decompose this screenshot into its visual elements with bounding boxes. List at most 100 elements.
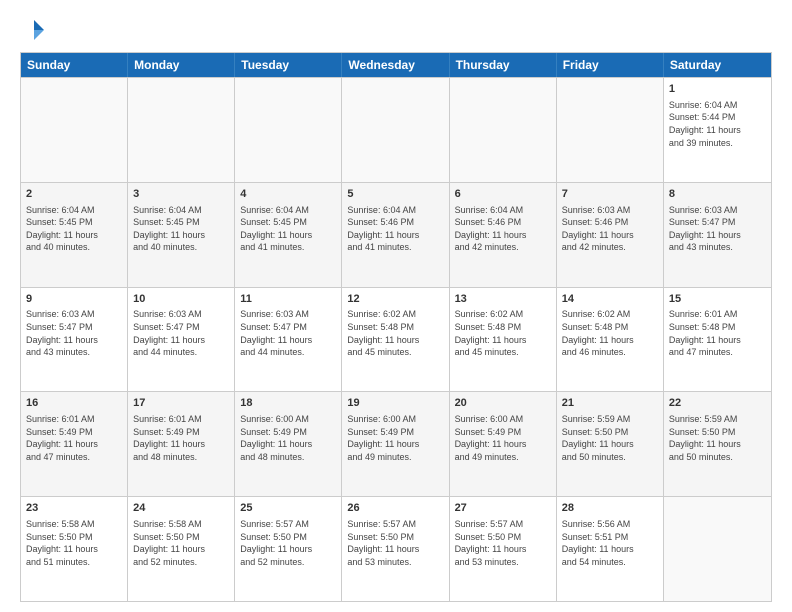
weekday-header: Saturday (664, 53, 771, 77)
day-info: Sunrise: 6:03 AM Sunset: 5:47 PM Dayligh… (26, 308, 122, 358)
day-number: 26 (347, 501, 443, 516)
day-info: Sunrise: 6:04 AM Sunset: 5:45 PM Dayligh… (26, 204, 122, 254)
calendar-cell: 22 Sunrise: 5:59 AM Sunset: 5:50 PM Dayli… (664, 392, 771, 496)
calendar-cell: 6 Sunrise: 6:04 AM Sunset: 5:46 PM Daylig… (450, 183, 557, 287)
day-number: 28 (562, 501, 658, 516)
day-number: 23 (26, 501, 122, 516)
day-info: Sunrise: 6:03 AM Sunset: 5:47 PM Dayligh… (133, 308, 229, 358)
day-info: Sunrise: 5:56 AM Sunset: 5:51 PM Dayligh… (562, 518, 658, 568)
day-info: Sunrise: 6:00 AM Sunset: 5:49 PM Dayligh… (240, 413, 336, 463)
logo (20, 16, 52, 44)
day-number: 21 (562, 396, 658, 411)
calendar: SundayMondayTuesdayWednesdayThursdayFrid… (20, 52, 772, 602)
calendar-cell (128, 78, 235, 182)
day-info: Sunrise: 6:04 AM Sunset: 5:45 PM Dayligh… (240, 204, 336, 254)
day-number: 16 (26, 396, 122, 411)
day-number: 20 (455, 396, 551, 411)
day-info: Sunrise: 5:59 AM Sunset: 5:50 PM Dayligh… (562, 413, 658, 463)
calendar-cell: 23Sunrise: 5:58 AM Sunset: 5:50 PM Dayli… (21, 497, 128, 601)
calendar-cell: 28 Sunrise: 5:56 AM Sunset: 5:51 PM Dayli… (557, 497, 664, 601)
weekday-header: Monday (128, 53, 235, 77)
calendar-row: 1 Sunrise: 6:04 AM Sunset: 5:44 PM Daylig… (21, 77, 771, 182)
calendar-cell: 3 Sunrise: 6:04 AM Sunset: 5:45 PM Daylig… (128, 183, 235, 287)
day-number: 12 (347, 292, 443, 307)
calendar-cell: 4 Sunrise: 6:04 AM Sunset: 5:45 PM Daylig… (235, 183, 342, 287)
day-info: Sunrise: 6:03 AM Sunset: 5:47 PM Dayligh… (240, 308, 336, 358)
day-info: Sunrise: 6:00 AM Sunset: 5:49 PM Dayligh… (347, 413, 443, 463)
calendar-body: 1 Sunrise: 6:04 AM Sunset: 5:44 PM Daylig… (21, 77, 771, 601)
calendar-cell: 2 Sunrise: 6:04 AM Sunset: 5:45 PM Daylig… (21, 183, 128, 287)
page: SundayMondayTuesdayWednesdayThursdayFrid… (0, 0, 792, 612)
calendar-cell: 18 Sunrise: 6:00 AM Sunset: 5:49 PM Dayli… (235, 392, 342, 496)
day-number: 1 (669, 82, 766, 97)
day-info: Sunrise: 6:00 AM Sunset: 5:49 PM Dayligh… (455, 413, 551, 463)
day-number: 24 (133, 501, 229, 516)
day-number: 22 (669, 396, 766, 411)
calendar-cell: 9Sunrise: 6:03 AM Sunset: 5:47 PM Daylig… (21, 288, 128, 392)
calendar-cell (664, 497, 771, 601)
day-number: 19 (347, 396, 443, 411)
day-number: 6 (455, 187, 551, 202)
calendar-cell: 19 Sunrise: 6:00 AM Sunset: 5:49 PM Dayli… (342, 392, 449, 496)
calendar-cell (235, 78, 342, 182)
calendar-row: 23Sunrise: 5:58 AM Sunset: 5:50 PM Dayli… (21, 496, 771, 601)
calendar-cell: 27 Sunrise: 5:57 AM Sunset: 5:50 PM Dayli… (450, 497, 557, 601)
calendar-header: SundayMondayTuesdayWednesdayThursdayFrid… (21, 53, 771, 77)
calendar-cell (342, 78, 449, 182)
calendar-cell: 16 Sunrise: 6:01 AM Sunset: 5:49 PM Dayli… (21, 392, 128, 496)
day-info: Sunrise: 6:04 AM Sunset: 5:46 PM Dayligh… (347, 204, 443, 254)
calendar-cell: 20 Sunrise: 6:00 AM Sunset: 5:49 PM Dayli… (450, 392, 557, 496)
calendar-row: 16 Sunrise: 6:01 AM Sunset: 5:49 PM Dayli… (21, 391, 771, 496)
day-number: 27 (455, 501, 551, 516)
weekday-header: Sunday (21, 53, 128, 77)
day-number: 2 (26, 187, 122, 202)
day-number: 15 (669, 292, 766, 307)
weekday-header: Thursday (450, 53, 557, 77)
day-number: 25 (240, 501, 336, 516)
day-info: Sunrise: 6:01 AM Sunset: 5:49 PM Dayligh… (26, 413, 122, 463)
logo-icon (20, 16, 48, 44)
day-info: Sunrise: 6:03 AM Sunset: 5:47 PM Dayligh… (669, 204, 766, 254)
day-info: Sunrise: 6:04 AM Sunset: 5:46 PM Dayligh… (455, 204, 551, 254)
calendar-cell: 17Sunrise: 6:01 AM Sunset: 5:49 PM Dayli… (128, 392, 235, 496)
calendar-cell (557, 78, 664, 182)
calendar-cell (21, 78, 128, 182)
calendar-cell: 8 Sunrise: 6:03 AM Sunset: 5:47 PM Daylig… (664, 183, 771, 287)
day-info: Sunrise: 6:03 AM Sunset: 5:46 PM Dayligh… (562, 204, 658, 254)
calendar-cell: 7 Sunrise: 6:03 AM Sunset: 5:46 PM Daylig… (557, 183, 664, 287)
weekday-header: Friday (557, 53, 664, 77)
calendar-cell: 11Sunrise: 6:03 AM Sunset: 5:47 PM Dayli… (235, 288, 342, 392)
day-info: Sunrise: 6:02 AM Sunset: 5:48 PM Dayligh… (455, 308, 551, 358)
day-number: 13 (455, 292, 551, 307)
day-number: 14 (562, 292, 658, 307)
day-number: 4 (240, 187, 336, 202)
calendar-cell: 10Sunrise: 6:03 AM Sunset: 5:47 PM Dayli… (128, 288, 235, 392)
day-info: Sunrise: 5:59 AM Sunset: 5:50 PM Dayligh… (669, 413, 766, 463)
day-info: Sunrise: 5:57 AM Sunset: 5:50 PM Dayligh… (240, 518, 336, 568)
calendar-cell: 13Sunrise: 6:02 AM Sunset: 5:48 PM Dayli… (450, 288, 557, 392)
day-number: 5 (347, 187, 443, 202)
day-number: 11 (240, 292, 336, 307)
day-info: Sunrise: 6:04 AM Sunset: 5:45 PM Dayligh… (133, 204, 229, 254)
day-info: Sunrise: 6:01 AM Sunset: 5:48 PM Dayligh… (669, 308, 766, 358)
day-number: 9 (26, 292, 122, 307)
day-number: 18 (240, 396, 336, 411)
day-info: Sunrise: 6:02 AM Sunset: 5:48 PM Dayligh… (347, 308, 443, 358)
calendar-cell: 5 Sunrise: 6:04 AM Sunset: 5:46 PM Daylig… (342, 183, 449, 287)
calendar-cell: 1 Sunrise: 6:04 AM Sunset: 5:44 PM Daylig… (664, 78, 771, 182)
day-number: 7 (562, 187, 658, 202)
calendar-row: 9Sunrise: 6:03 AM Sunset: 5:47 PM Daylig… (21, 287, 771, 392)
day-number: 3 (133, 187, 229, 202)
day-info: Sunrise: 5:57 AM Sunset: 5:50 PM Dayligh… (455, 518, 551, 568)
calendar-cell: 25 Sunrise: 5:57 AM Sunset: 5:50 PM Dayli… (235, 497, 342, 601)
day-number: 10 (133, 292, 229, 307)
calendar-cell: 15Sunrise: 6:01 AM Sunset: 5:48 PM Dayli… (664, 288, 771, 392)
calendar-cell (450, 78, 557, 182)
header (20, 16, 772, 44)
day-info: Sunrise: 6:04 AM Sunset: 5:44 PM Dayligh… (669, 99, 766, 149)
day-info: Sunrise: 6:02 AM Sunset: 5:48 PM Dayligh… (562, 308, 658, 358)
calendar-cell: 24Sunrise: 5:58 AM Sunset: 5:50 PM Dayli… (128, 497, 235, 601)
day-number: 8 (669, 187, 766, 202)
day-info: Sunrise: 6:01 AM Sunset: 5:49 PM Dayligh… (133, 413, 229, 463)
calendar-cell: 12Sunrise: 6:02 AM Sunset: 5:48 PM Dayli… (342, 288, 449, 392)
